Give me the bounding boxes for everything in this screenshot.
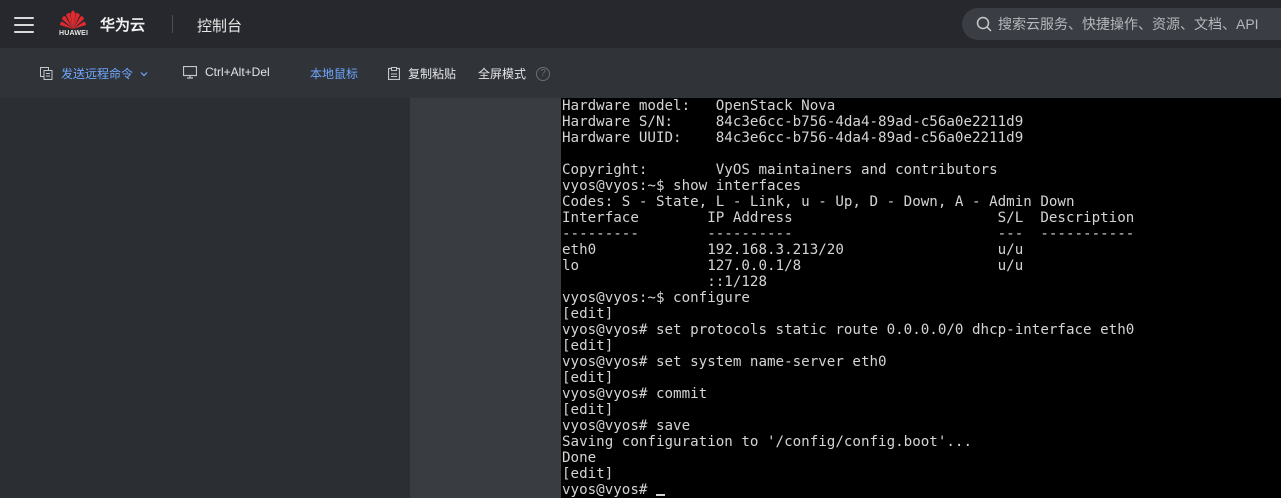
terminal-line: Saving configuration to '/config/config.… [562,434,972,450]
terminal-line: Copyright: VyOS maintainers and contribu… [562,162,998,178]
help-icon[interactable]: ? [536,66,551,81]
local-mouse-label: 本地鼠标 [310,67,359,81]
terminal-line: Done [562,450,597,466]
vnc-terminal[interactable]: Hardware model: OpenStack Nova Hardware … [561,98,1281,498]
search-icon [976,16,992,32]
terminal-line: Hardware model: OpenStack Nova [562,98,836,114]
terminal-line: [edit] [562,402,614,418]
terminal-cursor [655,494,665,496]
copy-paste-label: 复制粘贴 [408,67,457,81]
monitor-icon [183,65,197,79]
local-mouse-button[interactable]: 本地鼠标 [310,65,358,82]
console-margin [410,98,561,498]
terminal-line: Interface IP Address S/L Description [562,210,1135,226]
terminal-line: [edit] [562,306,614,322]
vnc-toolbar: 发送远程命令 Ctrl+Alt+Del 本地鼠标 复制粘贴 全屏模式 ? [0,48,1281,98]
copy-paste-button[interactable]: 复制粘贴 [388,65,456,82]
terminal-output: Hardware model: OpenStack Nova Hardware … [561,98,1281,498]
fullscreen-button[interactable]: 全屏模式 ? [478,65,551,82]
send-command-button[interactable]: 发送远程命令 [40,65,149,82]
terminal-line: --------- ---------- --- ----------- [562,226,1135,242]
send-command-label: 发送远程命令 [61,67,134,81]
terminal-line: ::1/128 [562,274,767,290]
terminal-line: vyos@vyos# set system name-server eth0 [562,354,887,370]
global-search[interactable] [962,8,1281,40]
terminal-line: vyos@vyos# save [562,418,691,434]
terminal-line: vyos@vyos:~$ show interfaces [562,178,802,194]
search-input[interactable] [998,16,1278,32]
terminal-prompt: vyos@vyos# [562,482,656,498]
terminal-line: lo 127.0.0.1/8 u/u [562,258,1024,274]
terminal-line: Codes: S - State, L - Link, u - Up, D - … [562,194,1075,210]
fullscreen-label: 全屏模式 [478,67,527,81]
left-blank-area [0,98,410,498]
header-divider [172,15,173,33]
top-header: HUAWEI 华为云 控制台 [0,0,1281,48]
ctrl-alt-del-label: Ctrl+Alt+Del [205,65,270,79]
menu-icon[interactable] [14,14,34,34]
brand-name[interactable]: 华为云 [100,14,145,35]
chevron-down-icon [140,71,148,76]
console-link[interactable]: 控制台 [197,15,242,36]
terminal-line: vyos@vyos# commit [562,386,708,402]
clipboard-icon [388,67,400,80]
terminal-line: Hardware S/N: 84c3e6cc-b756-4da4-89ad-c5… [562,114,1024,130]
terminal-line: Hardware UUID: 84c3e6cc-b756-4da4-89ad-c… [562,130,1024,146]
logo-text: HUAWEI [59,30,89,37]
terminal-line: vyos@vyos:~$ configure [562,290,750,306]
command-icon [40,67,53,80]
ctrl-alt-del-button[interactable]: Ctrl+Alt+Del [183,65,270,79]
terminal-line: [edit] [562,338,614,354]
terminal-line: [edit] [562,370,614,386]
terminal-line: eth0 192.168.3.213/20 u/u [562,242,1024,258]
terminal-line: vyos@vyos# set protocols static route 0.… [562,322,1135,338]
terminal-line: [edit] [562,466,614,482]
